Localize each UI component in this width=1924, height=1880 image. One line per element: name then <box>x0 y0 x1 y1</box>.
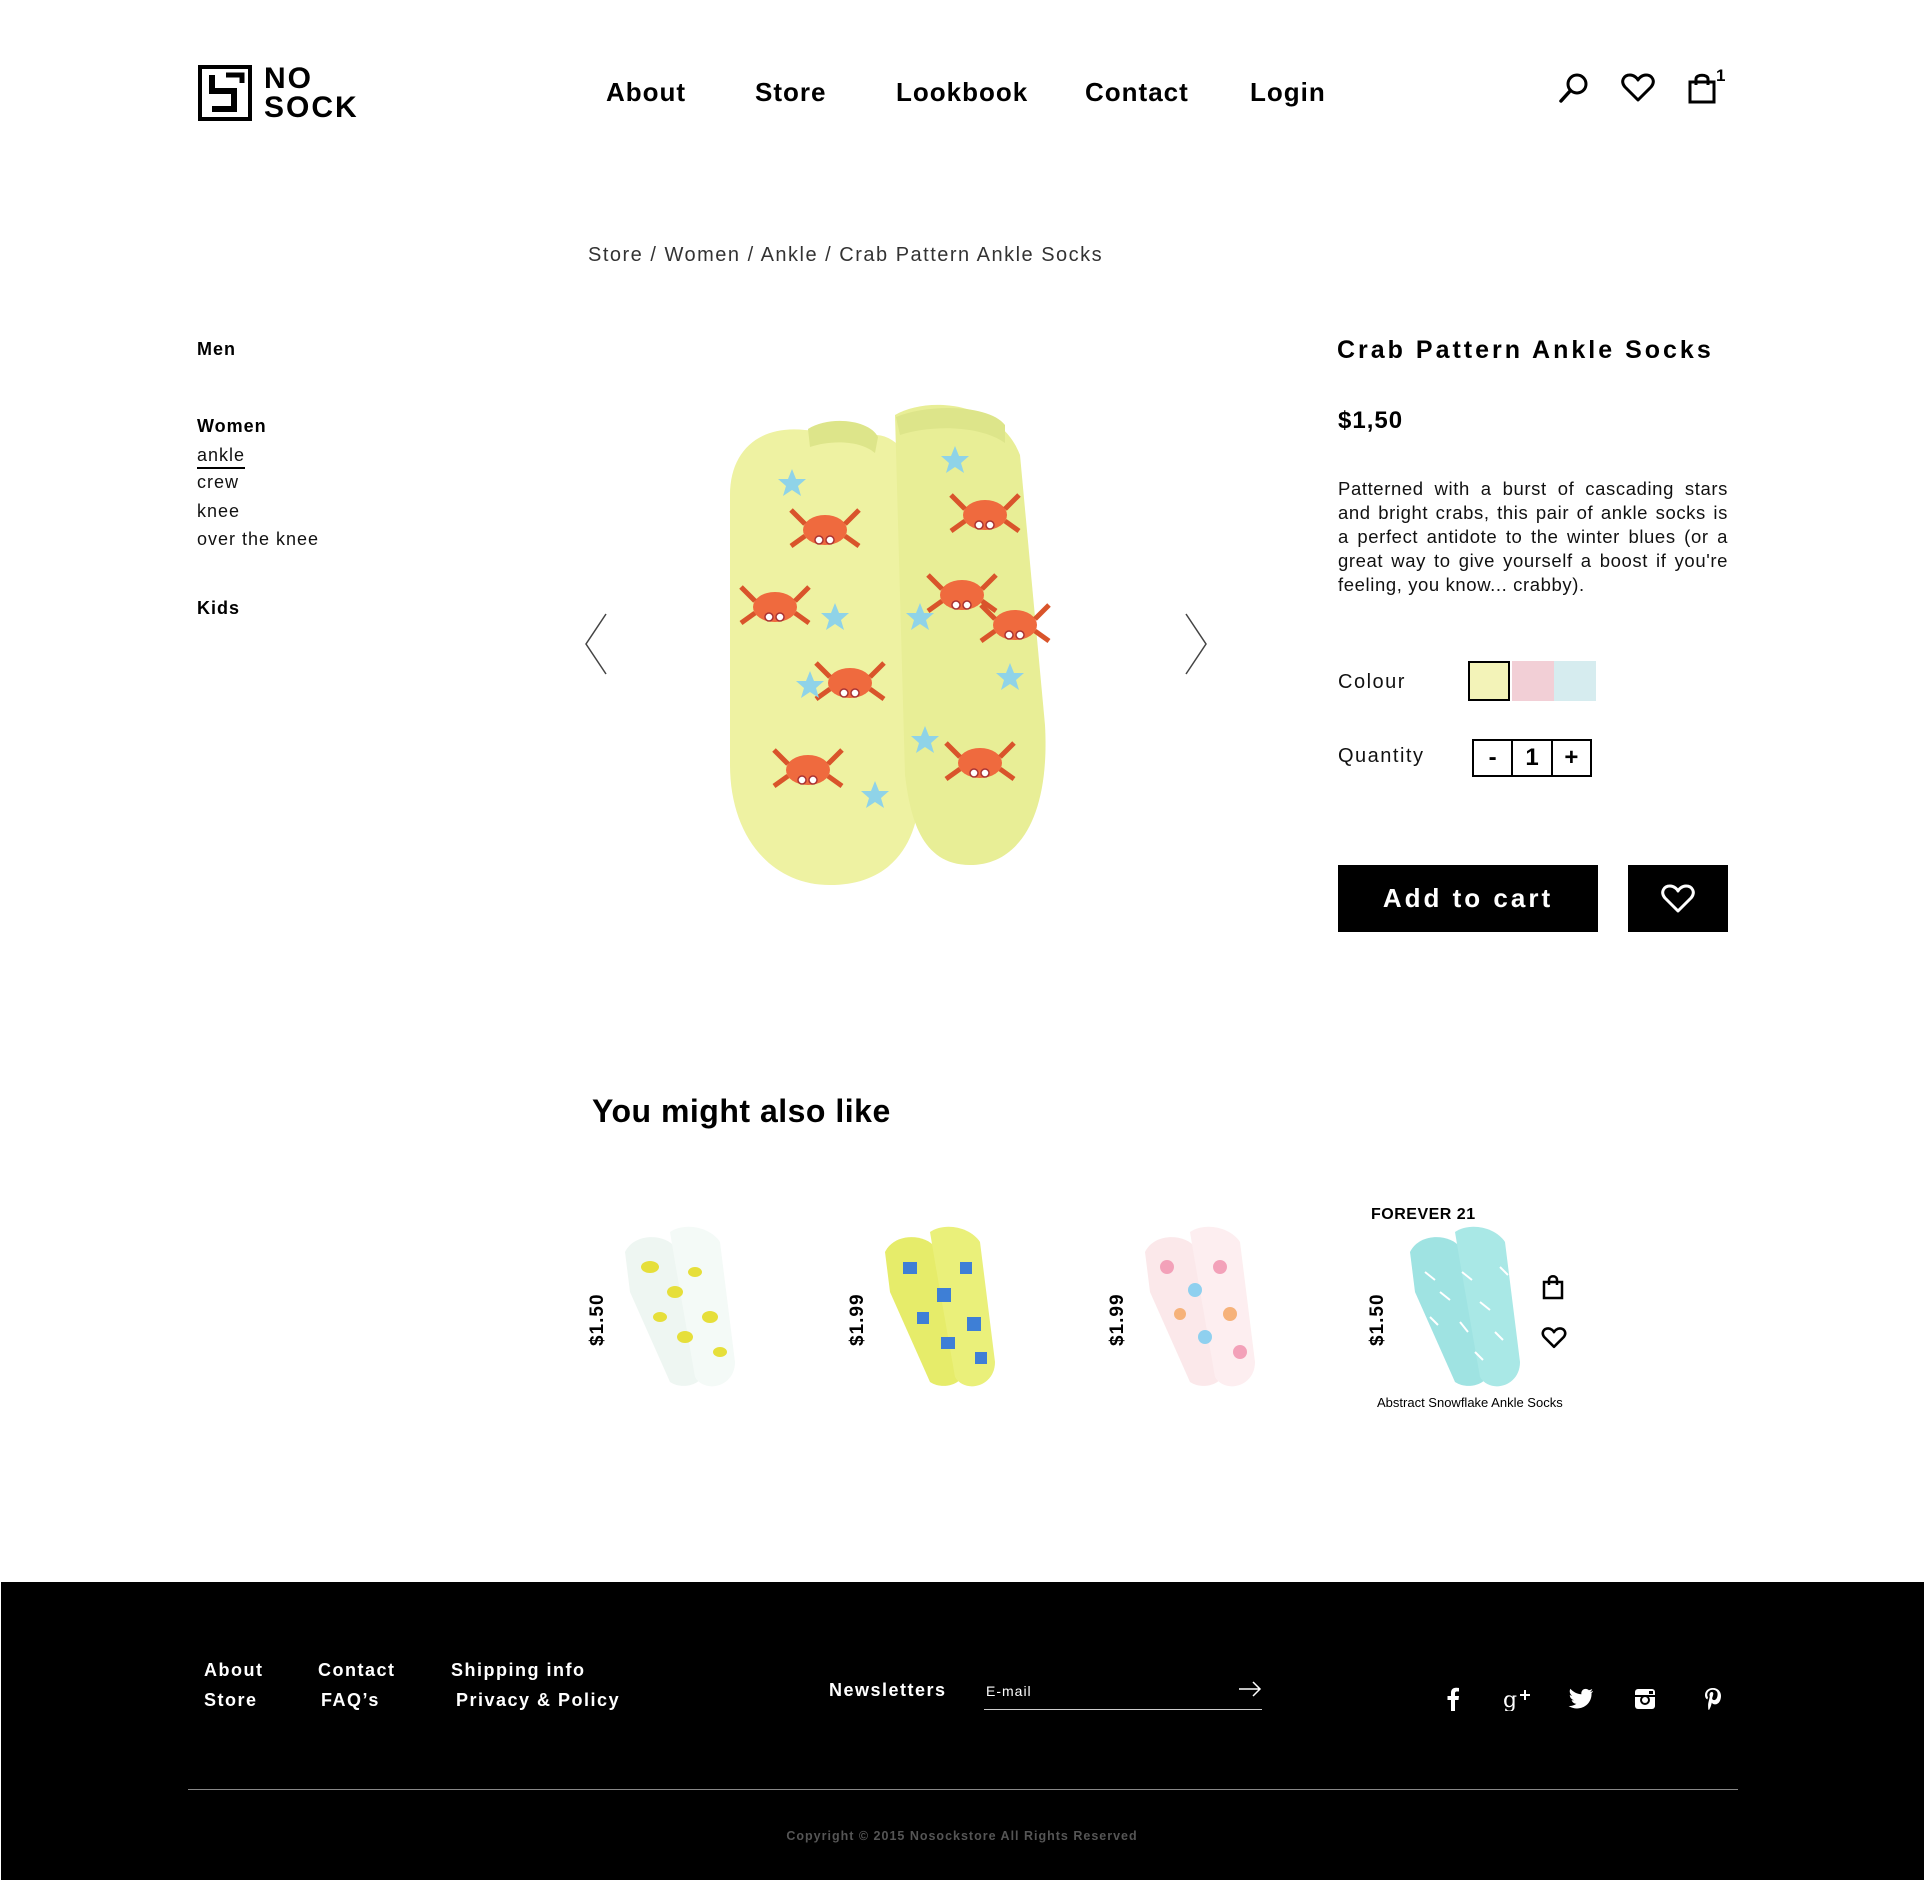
twitter-icon[interactable] <box>1566 1684 1596 1714</box>
footer-link-shipping[interactable]: Shipping info <box>451 1660 585 1681</box>
footer-link-store[interactable]: Store <box>204 1690 258 1711</box>
sidebar-item-women[interactable]: Women <box>197 416 267 437</box>
logo[interactable]: NO SOCK <box>198 63 368 123</box>
sidebar-item-over-the-knee[interactable]: over the knee <box>197 529 319 550</box>
add-to-wishlist-button[interactable] <box>1628 865 1728 932</box>
quantity-increase-button[interactable]: + <box>1550 741 1590 775</box>
logo-mark-icon <box>198 65 252 121</box>
logo-text: NO SOCK <box>264 62 359 124</box>
add-to-cart-button[interactable]: Add to cart <box>1338 865 1598 932</box>
search-icon[interactable] <box>1556 70 1592 106</box>
nav-lookbook[interactable]: Lookbook <box>896 77 1028 108</box>
quantity-decrease-button[interactable]: - <box>1474 741 1511 775</box>
related-item-price: $1.99 <box>1107 1293 1128 1346</box>
quantity-label: Quantity <box>1338 745 1425 767</box>
cart-count-badge: 1 <box>1716 66 1726 85</box>
sidebar-item-kids[interactable]: Kids <box>197 598 240 619</box>
breadcrumb[interactable]: Store / Women / Ankle / Crab Pattern Ank… <box>588 244 1103 267</box>
google-plus-icon[interactable]: g <box>1502 1684 1532 1714</box>
previous-image-arrow-icon[interactable] <box>584 613 608 680</box>
related-section-title: You might also like <box>592 1093 891 1129</box>
copyright-text: Copyright © 2015 Nosockstore All Rights … <box>786 1829 1138 1843</box>
nav-login[interactable]: Login <box>1250 77 1326 108</box>
product-image <box>730 404 1120 885</box>
sidebar-item-men[interactable]: Men <box>197 339 236 360</box>
sidebar-item-knee[interactable]: knee <box>197 501 240 522</box>
add-to-cart-bag-icon[interactable] <box>1542 1272 1564 1302</box>
product-title: Crab Pattern Ankle Socks <box>1337 336 1714 364</box>
colour-label: Colour <box>1338 671 1406 693</box>
product-description: Patterned with a burst of cascading star… <box>1338 478 1728 595</box>
footer-link-privacy[interactable]: Privacy & Policy <box>456 1690 620 1711</box>
footer-link-faq[interactable]: FAQ’s <box>321 1690 380 1711</box>
wishlist-heart-icon[interactable] <box>1539 1325 1569 1351</box>
quantity-value[interactable]: 1 <box>1511 741 1550 775</box>
nav-store[interactable]: Store <box>755 77 826 108</box>
heart-icon <box>1661 884 1695 912</box>
related-item-image-lemon-socks[interactable] <box>615 1222 745 1392</box>
related-item-price: $1.99 <box>847 1293 868 1346</box>
colour-swatch-blue[interactable] <box>1554 661 1596 701</box>
sidebar-item-crew[interactable]: crew <box>197 472 239 493</box>
nav-contact[interactable]: Contact <box>1085 77 1189 108</box>
related-item-image-snowflake-socks[interactable] <box>1400 1222 1530 1392</box>
nav-about[interactable]: About <box>606 77 686 108</box>
instagram-icon[interactable] <box>1630 1684 1660 1714</box>
newsletter-label: Newsletters <box>829 1680 947 1700</box>
footer-divider <box>188 1789 1738 1790</box>
related-item-price: $1.50 <box>587 1293 608 1346</box>
related-item-image-blue-pattern-socks[interactable] <box>875 1222 1005 1392</box>
footer-link-about[interactable]: About <box>204 1660 263 1681</box>
shopping-bag-icon[interactable] <box>1684 70 1720 106</box>
newsletter-email-input[interactable] <box>984 1672 1262 1710</box>
related-item-image-shell-socks[interactable] <box>1135 1222 1265 1392</box>
arrow-right-icon[interactable] <box>1238 1678 1262 1700</box>
sidebar-item-ankle[interactable]: ankle <box>197 445 246 469</box>
footer-link-contact[interactable]: Contact <box>318 1660 396 1681</box>
related-item-name[interactable]: Abstract Snowflake Ankle Socks <box>1377 1395 1563 1410</box>
colour-swatch-pink[interactable] <box>1512 661 1554 701</box>
related-item-price: $1.50 <box>1367 1293 1388 1346</box>
next-image-arrow-icon[interactable] <box>1184 613 1208 680</box>
product-price: $1,50 <box>1338 407 1404 434</box>
svg-text:g: g <box>1503 1688 1517 1711</box>
quantity-stepper: - 1 + <box>1472 739 1592 777</box>
facebook-icon[interactable] <box>1438 1684 1468 1714</box>
pinterest-icon[interactable] <box>1698 1684 1728 1714</box>
colour-swatch-yellow[interactable] <box>1468 661 1510 701</box>
heart-icon[interactable] <box>1620 70 1656 106</box>
